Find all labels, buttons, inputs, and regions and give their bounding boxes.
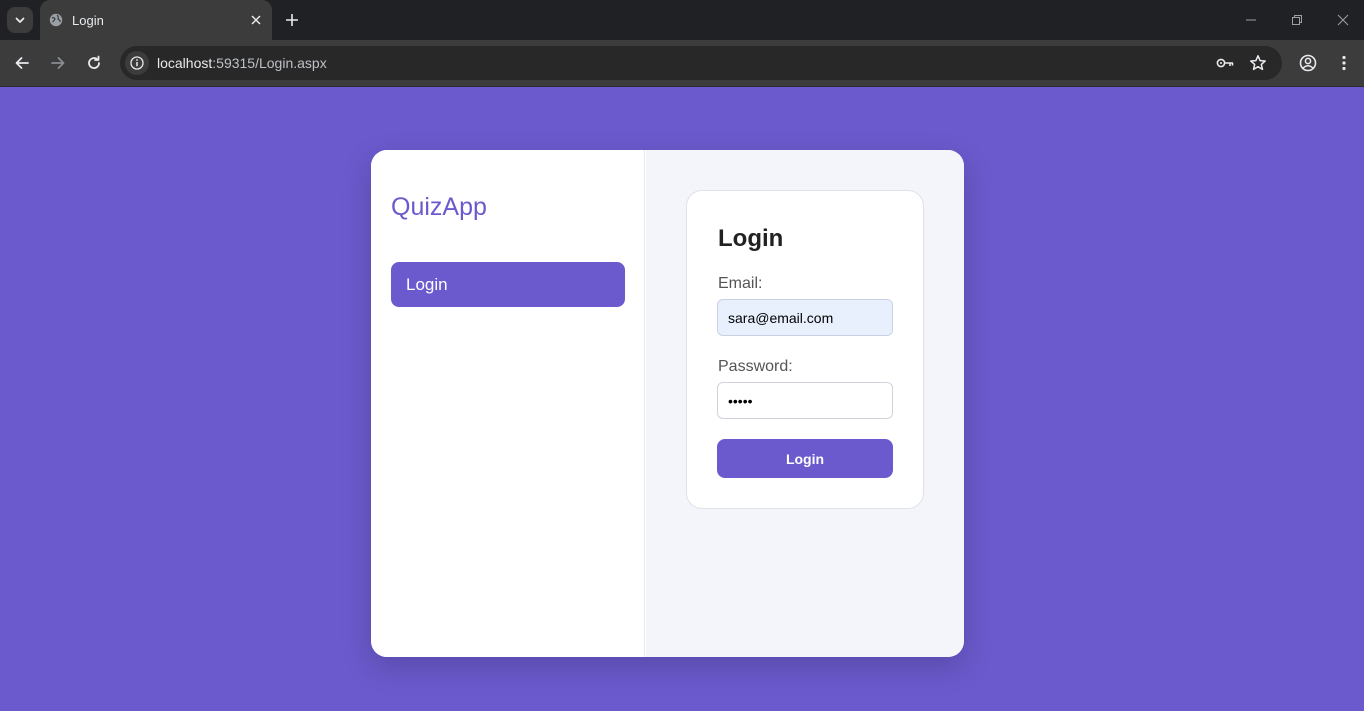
more-vertical-icon [1342,55,1346,71]
back-button[interactable] [10,51,34,75]
arrow-right-icon [51,57,65,69]
browser-toolbar: localhost:59315/Login.aspx [0,40,1364,87]
reload-button[interactable] [82,51,106,75]
account-icon [1299,54,1317,72]
browser-tab-active[interactable]: Login [40,0,272,40]
arrow-left-icon [15,57,29,69]
key-icon [1216,58,1234,68]
main-panel: Login Email: Password: Login [646,150,964,657]
reload-icon [88,55,100,69]
email-label: Email: [718,275,763,292]
sidebar: QuizApp Login [371,150,645,657]
email-field[interactable] [717,299,893,336]
url-text[interactable]: localhost:59315/Login.aspx [157,55,327,71]
brand-title: QuizApp [391,193,487,221]
browser-tabstrip: Login [0,0,1364,40]
bookmark-button[interactable] [1248,53,1268,73]
new-tab-button[interactable] [282,10,302,30]
close-icon [1337,14,1349,26]
forward-button[interactable] [46,51,70,75]
info-icon [130,56,144,70]
close-window-button[interactable] [1333,10,1353,30]
restore-icon [1292,15,1302,25]
tab-search-button[interactable] [7,7,33,33]
browser-menu-button[interactable] [1332,51,1356,75]
sidebar-item-login[interactable]: Login [391,262,625,307]
chevron-down-icon [15,17,25,23]
profile-button[interactable] [1296,51,1320,75]
app-container: QuizApp Login Login Email: Password: Log… [371,150,964,657]
restore-window-button[interactable] [1287,10,1307,30]
url-host: localhost [157,55,213,71]
site-info-button[interactable] [125,51,149,75]
minimize-icon [1246,19,1256,21]
login-card: Login Email: Password: Login [686,190,924,509]
tab-title: Login [72,13,104,28]
login-heading: Login [718,225,784,252]
password-label: Password: [718,358,793,375]
login-button[interactable]: Login [717,439,893,478]
address-bar[interactable]: localhost:59315/Login.aspx [120,46,1282,80]
minimize-window-button[interactable] [1241,10,1261,30]
url-path: :59315/Login.aspx [212,55,327,71]
globe-icon [49,13,63,27]
star-icon [1250,55,1266,71]
plus-icon [286,14,298,26]
password-field[interactable] [717,382,893,419]
password-manager-button[interactable] [1215,53,1235,73]
close-icon [251,15,261,25]
tab-close-button[interactable] [248,12,264,28]
